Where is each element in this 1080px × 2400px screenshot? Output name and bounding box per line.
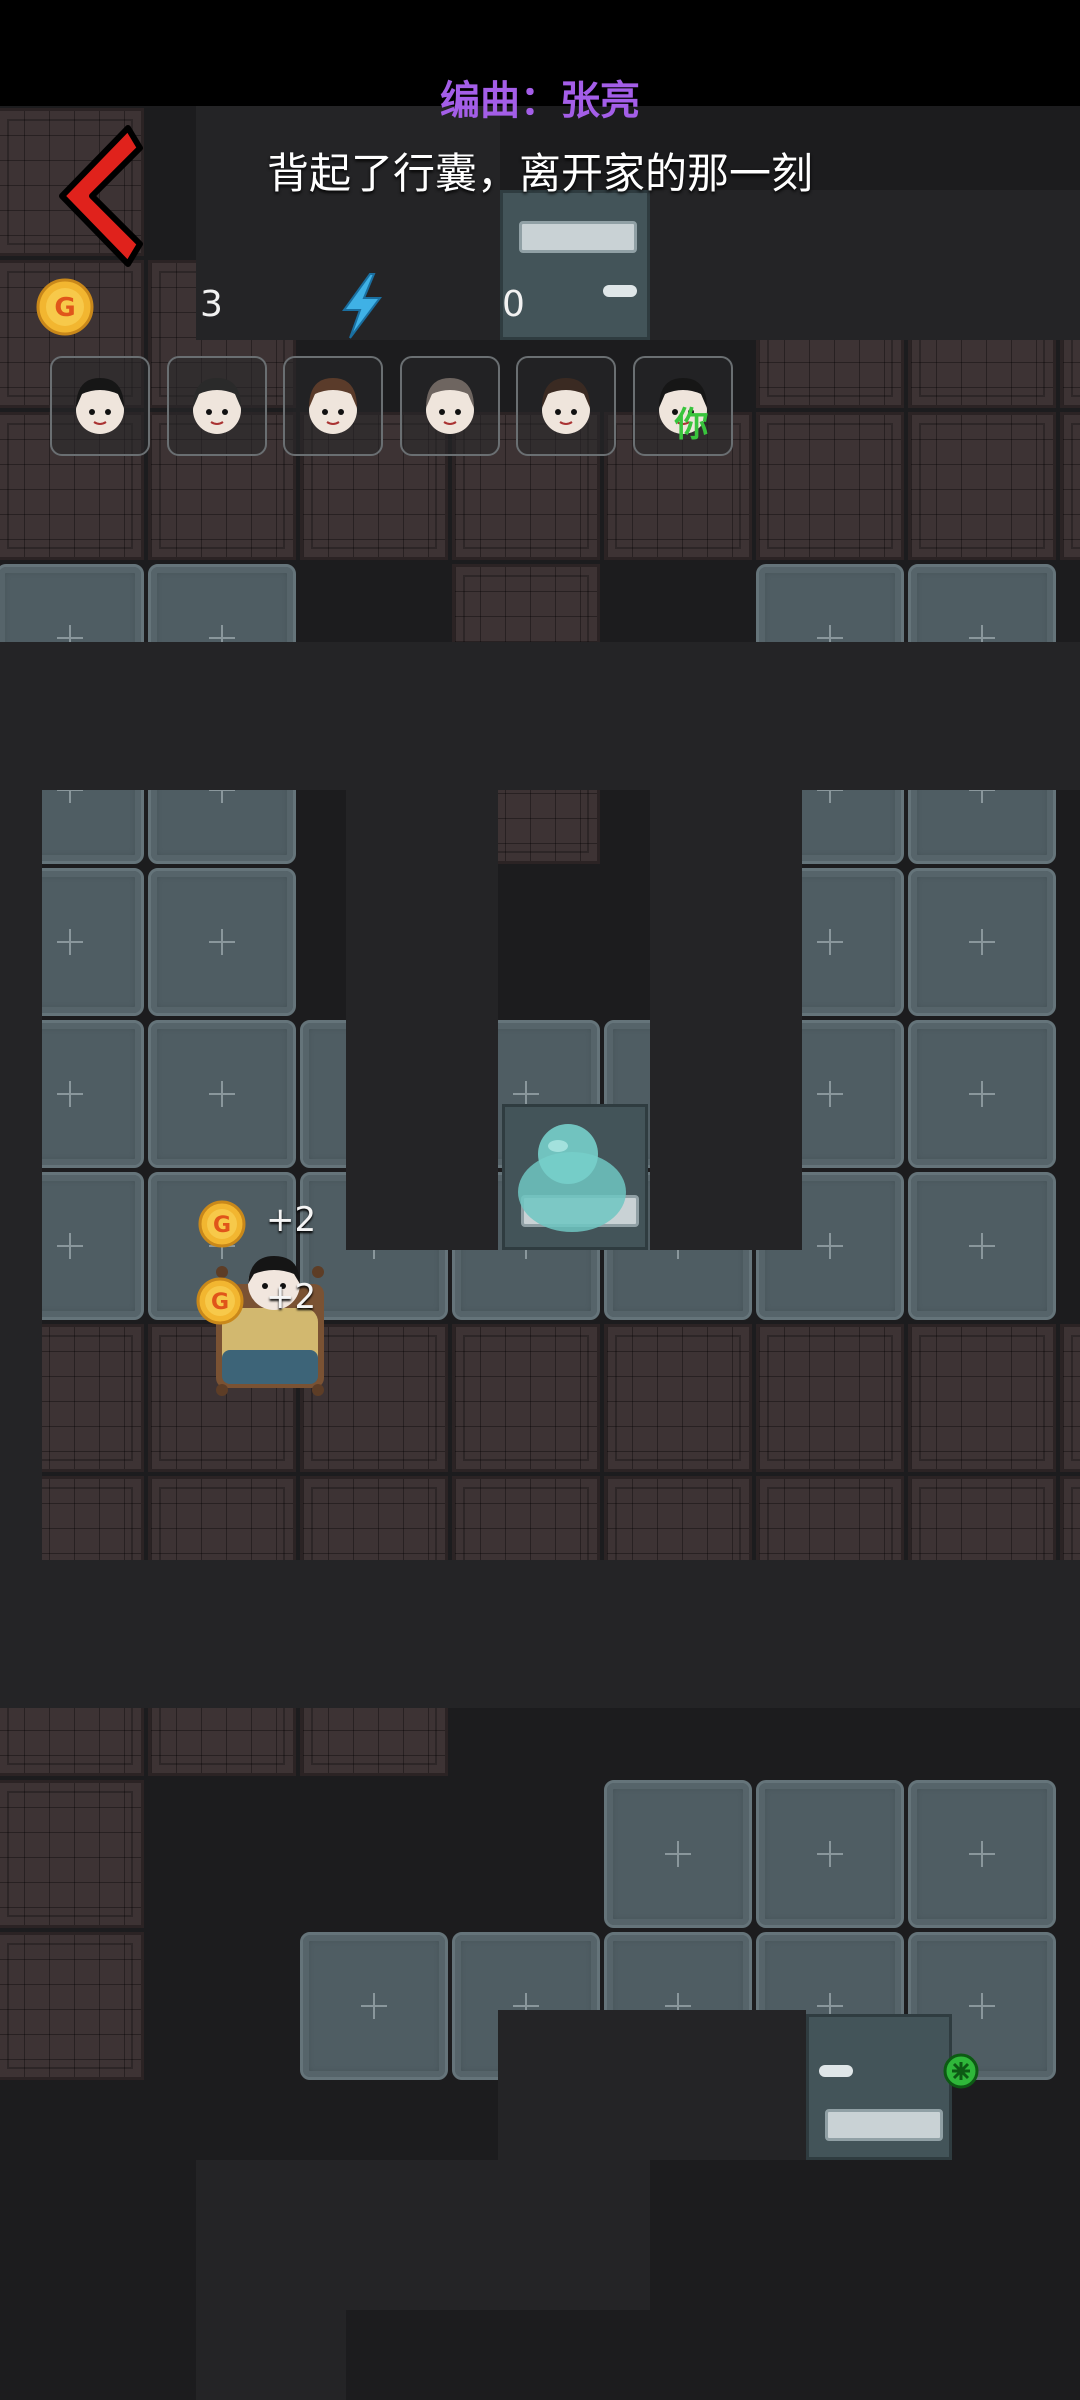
door-knob — [819, 2065, 853, 2077]
gold-coin-icon: G — [198, 1200, 246, 1248]
player-avatar-slot[interactable] — [283, 356, 383, 456]
gold-coin-icon: G — [196, 1277, 244, 1325]
svg-text:G: G — [54, 293, 75, 323]
brick-tile — [1060, 412, 1080, 560]
song-lyric: 背起了行囊，离开家的那一刻 — [266, 149, 813, 198]
slime-monster[interactable] — [510, 1110, 644, 1240]
door-bottom[interactable] — [806, 2014, 952, 2160]
svg-text:G: G — [211, 1290, 229, 1315]
corridor-wall-mid-left — [346, 790, 498, 1250]
room-wall-bottom-left2 — [196, 2310, 346, 2400]
gold-coin-icon: G — [36, 278, 94, 336]
grey-hair-girl-avatar — [425, 378, 474, 434]
floor-tile[interactable] — [300, 1932, 448, 2080]
lightning-bolt-icon — [342, 273, 382, 339]
corridor-wall-top — [0, 642, 1080, 790]
brick-tile — [0, 1932, 144, 2080]
bed[interactable] — [208, 1250, 332, 1404]
corridor-wall-bottom — [0, 1560, 1080, 1708]
player-avatar-slot[interactable] — [399, 356, 500, 456]
brick-tile — [756, 412, 904, 560]
brick-tile — [1060, 1324, 1080, 1472]
brick-tile — [0, 1780, 144, 1928]
ghost-boy-avatar — [192, 378, 241, 434]
coin-popup-label: +2 — [266, 1200, 317, 1240]
green-orb-icon[interactable] — [942, 2052, 980, 2090]
room-wall-bottom-left — [196, 2160, 650, 2310]
girl-with-pigtails-avatar — [76, 378, 124, 434]
brick-tile — [908, 1324, 1056, 1472]
you-label: 你 — [674, 405, 709, 445]
floor-tile[interactable] — [908, 1780, 1056, 1928]
coin-count: 3 — [200, 284, 223, 325]
corridor-wall-mid-right — [650, 790, 802, 1250]
corridor-wall-left — [0, 790, 42, 1560]
game-map: G +2 G +2 编曲：张亮 背起了行囊，离开家的那一刻 G 3 0 你 — [0, 0, 1080, 2400]
brick-tile — [452, 1324, 600, 1472]
brick-tile — [908, 412, 1056, 560]
player-avatar-slot[interactable]: 你 — [632, 356, 733, 456]
svg-text:G: G — [213, 1213, 231, 1238]
door-window — [519, 221, 637, 253]
back-arrow-icon[interactable] — [40, 120, 150, 270]
brick-tile — [604, 1324, 752, 1472]
short-hair-girl-avatar — [542, 378, 590, 434]
room-wall-top-right — [650, 190, 1080, 340]
floor-tile[interactable] — [908, 1020, 1056, 1168]
brown-hair-girl-avatar — [309, 378, 357, 434]
player-avatar-slot[interactable] — [516, 356, 616, 456]
coin-popup-label: +2 — [266, 1277, 317, 1317]
player-avatar-slot[interactable] — [166, 356, 267, 456]
floor-tile[interactable] — [148, 868, 296, 1016]
door-window — [825, 2109, 943, 2141]
player-avatar-slot[interactable] — [50, 356, 150, 456]
door-knob — [603, 285, 637, 297]
floor-tile[interactable] — [908, 868, 1056, 1016]
room-wall-bottom-mid — [498, 2010, 806, 2160]
floor-tile[interactable] — [756, 1780, 904, 1928]
floor-tile[interactable] — [908, 1172, 1056, 1320]
brick-tile — [756, 1324, 904, 1472]
floor-tile[interactable] — [604, 1780, 752, 1928]
energy-count: 0 — [502, 284, 525, 325]
song-credit: 编曲：张亮 — [440, 78, 640, 124]
floor-tile[interactable] — [148, 1020, 296, 1168]
